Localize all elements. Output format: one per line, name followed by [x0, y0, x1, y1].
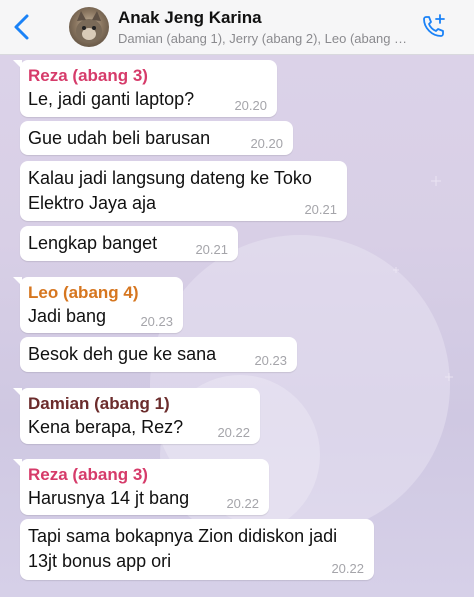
call-button[interactable]: [418, 12, 448, 42]
group-avatar[interactable]: [69, 7, 109, 47]
message-sender: Leo (abang 4): [28, 283, 139, 302]
message-text: Tapi sama bokapnya Zion didiskon jadi: [28, 526, 338, 546]
message-time: 20.22: [331, 561, 364, 576]
message-sender: Damian (abang 1): [28, 394, 170, 413]
message-text: Kalau jadi langsung dateng ke Toko: [28, 168, 312, 188]
chat-header: Anak Jeng Karina Damian (abang 1), Jerry…: [0, 0, 474, 55]
message-text: Harusnya 14 jt bang: [28, 488, 190, 508]
message-text: Le, jadi ganti laptop?: [28, 89, 195, 109]
message-bubble[interactable]: Reza (abang 3) Harusnya 14 jt bang 20.22: [13, 459, 269, 515]
message-time: 20.22: [226, 496, 259, 511]
message-bubble[interactable]: Leo (abang 4) Jadi bang 20.23: [13, 277, 183, 333]
message-sender: Reza (abang 3): [28, 465, 148, 484]
message-bubble[interactable]: Gue udah beli barusan 20.20: [20, 121, 293, 155]
message-bubble[interactable]: Reza (abang 3) Le, jadi ganti laptop? 20…: [13, 60, 277, 117]
phone-add-icon: [423, 14, 445, 37]
message-bubble[interactable]: Kalau jadi langsung dateng ke Toko Elekt…: [20, 161, 347, 221]
message-time: 20.23: [254, 353, 287, 368]
cat-avatar-image: [76, 11, 102, 43]
message-bubble[interactable]: Besok deh gue ke sana 20.23: [20, 337, 297, 372]
message-time: 20.21: [304, 202, 337, 217]
message-text: 13jt bonus app ori: [28, 551, 172, 571]
message-bubble[interactable]: Damian (abang 1) Kena berapa, Rez? 20.22: [13, 388, 260, 444]
chevron-left-icon: [14, 14, 29, 40]
message-text: Elektro Jaya aja: [28, 193, 157, 213]
message-bubble[interactable]: Lengkap banget 20.21: [20, 226, 238, 261]
chat-members[interactable]: Damian (abang 1), Jerry (abang 2), Leo (…: [118, 31, 410, 46]
message-time: 20.20: [234, 98, 267, 113]
message-time: 20.20: [250, 136, 283, 151]
chat-title[interactable]: Anak Jeng Karina: [118, 8, 262, 28]
message-time: 20.23: [140, 314, 173, 329]
message-bubble[interactable]: Tapi sama bokapnya Zion didiskon jadi 13…: [20, 519, 374, 580]
back-button[interactable]: [10, 12, 34, 42]
chat-area[interactable]: Reza (abang 3) Le, jadi ganti laptop? 20…: [0, 55, 474, 597]
message-time: 20.21: [195, 242, 228, 257]
message-text: Besok deh gue ke sana: [28, 344, 217, 364]
message-time: 20.22: [217, 425, 250, 440]
message-text: Gue udah beli barusan: [28, 128, 211, 148]
message-sender: Reza (abang 3): [28, 66, 148, 85]
